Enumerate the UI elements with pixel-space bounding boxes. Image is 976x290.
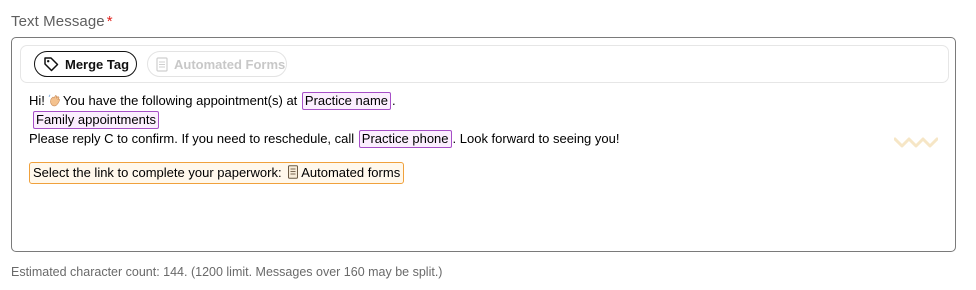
appointment-text: You have the following appointment(s) at: [62, 93, 298, 108]
merge-tag-practice-name[interactable]: Practice name: [301, 92, 392, 110]
editor-toolbar: Merge Tag Automated Forms: [20, 45, 949, 83]
field-label-text: Text Message: [11, 13, 105, 30]
automated-forms-button[interactable]: Automated Forms: [147, 51, 287, 77]
merge-tag-practice-phone[interactable]: Practice phone: [358, 130, 452, 148]
automated-forms-link-block[interactable]: Select the link to complete your paperwo…: [29, 162, 405, 184]
document-icon: [288, 165, 299, 179]
merge-tag-label: Merge Tag: [65, 56, 130, 72]
message-content[interactable]: Hi! You have the following appointment(s…: [29, 92, 929, 184]
message-line-2: Family appointments: [29, 111, 929, 129]
message-line-3: Please reply C to confirm. If you need t…: [29, 130, 929, 148]
automated-forms-label: Automated Forms: [174, 56, 286, 72]
greeting-text: Hi!: [29, 93, 45, 108]
line1-period: .: [392, 93, 396, 108]
required-asterisk: *: [106, 13, 113, 30]
tag-icon: [43, 56, 59, 72]
closing-text: . Look forward to seeing you!: [452, 131, 620, 146]
extension-watermark-icon: [894, 137, 938, 148]
message-editor[interactable]: Merge Tag Automated Forms Hi! You have t…: [11, 37, 956, 252]
character-count-hint: Estimated character count: 144. (1200 li…: [11, 265, 443, 279]
merge-tag-button[interactable]: Merge Tag: [34, 51, 137, 77]
forms-prompt-text: Select the link to complete your paperwo…: [33, 165, 282, 180]
forms-link-text: Automated forms: [301, 165, 401, 180]
message-line-1: Hi! You have the following appointment(s…: [29, 92, 929, 110]
document-icon: [156, 56, 168, 72]
merge-tag-family-appointments[interactable]: Family appointments: [33, 111, 159, 129]
confirm-text: Please reply C to confirm. If you need t…: [29, 131, 355, 146]
field-label: Text Message *: [11, 13, 113, 30]
waving-hand-icon: [48, 94, 60, 107]
